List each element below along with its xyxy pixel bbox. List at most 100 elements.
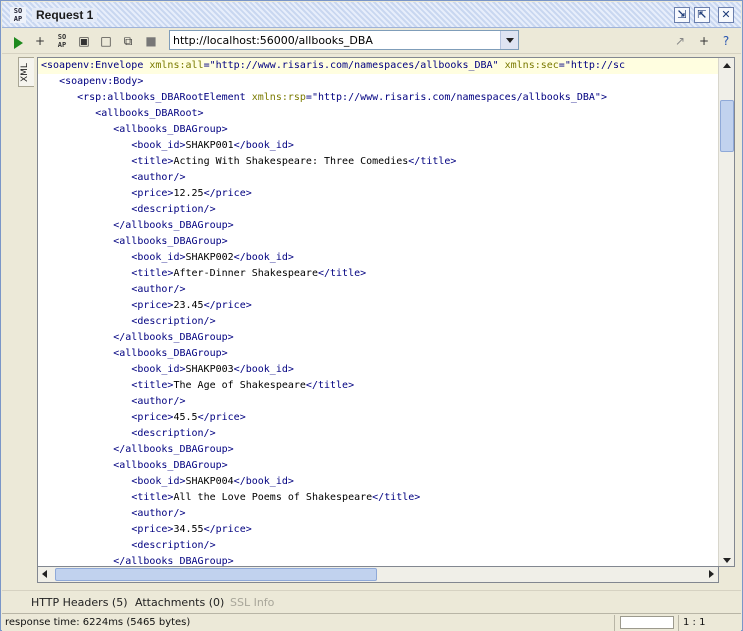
code-token: <book_id> (131, 252, 186, 263)
code-token: 12.25 (173, 188, 204, 199)
code-token: <book_id> (131, 140, 186, 151)
soap-icon[interactable]: SO AP (54, 33, 70, 49)
code-token: <price> (131, 300, 174, 311)
code-line: <description/> (38, 538, 718, 554)
code-token: <price> (131, 524, 174, 535)
create-empty-icon[interactable]: ▣ (76, 33, 92, 49)
vertical-scroll-thumb[interactable] (720, 100, 734, 152)
code-token: </price> (203, 188, 252, 199)
cursor-position: 1 : 1 (683, 617, 706, 628)
response-tabs: HTTP Headers (5) Attachments (0) SSL Inf… (2, 590, 741, 612)
code-token: </price> (197, 412, 246, 423)
scroll-right-icon[interactable] (709, 570, 714, 578)
tab-xml-label: XML (20, 63, 30, 82)
code-token: http://www.risaris.com/namespaces/allboo… (215, 60, 493, 71)
code-token: <description/> (131, 204, 216, 215)
code-line: <title>All the Love Poems of Shakespeare… (38, 490, 718, 506)
code-token: </book_id> (233, 476, 294, 487)
code-token: "> (594, 92, 607, 103)
scroll-down-icon[interactable] (723, 558, 731, 563)
code-token: <allbooks_DBAGroup> (113, 460, 228, 471)
code-line: <book_id>SHAKP003</book_id> (38, 362, 718, 378)
code-token: </allbooks_DBAGroup> (113, 220, 234, 231)
code-token: <author/> (131, 172, 186, 183)
xml-response-editor[interactable]: <soapenv:Envelope xmlns:all="http://www.… (37, 57, 735, 567)
horizontal-scrollbar[interactable] (37, 567, 719, 583)
code-token: </title> (317, 268, 367, 279)
code-line: <price>34.55</price> (38, 522, 718, 538)
code-line: </allbooks_DBAGroup> (38, 554, 718, 566)
code-area[interactable]: <soapenv:Envelope xmlns:all="http://www.… (38, 58, 718, 566)
code-line: <title>After-Dinner Shakespeare</title> (38, 266, 718, 282)
code-token: ="http://sc (558, 60, 626, 71)
status-separator (614, 615, 615, 631)
code-line: </allbooks_DBAGroup> (38, 330, 718, 346)
code-line: <soapenv:Body> (38, 74, 718, 90)
code-line: <allbooks_DBAGroup> (38, 346, 718, 362)
code-token: <soapenv:Body> (59, 76, 144, 87)
code-line: </allbooks_DBAGroup> (38, 218, 718, 234)
code-token: <description/> (131, 428, 216, 439)
window-title: Request 1 (32, 8, 98, 22)
code-line: <rsp:allbooks_DBARootElement xmlns:rsp="… (38, 90, 718, 106)
code-token: SHAKP002 (185, 252, 234, 263)
code-token: <allbooks_DBAGroup> (113, 124, 228, 135)
code-line: <description/> (38, 202, 718, 218)
minimize-panel-icon[interactable]: ⇲ (674, 7, 690, 23)
code-line: <author/> (38, 394, 718, 410)
code-token: </allbooks_DBAGroup> (113, 444, 234, 455)
code-token: <allbooks_DBAGroup> (113, 348, 228, 359)
code-token: </title> (372, 492, 421, 503)
add-icon[interactable]: + (696, 33, 712, 49)
code-token: http://www.risaris.com/namespaces/allboo… (317, 92, 595, 103)
run-icon[interactable] (14, 37, 23, 49)
code-token: The Age of Shakespeare (173, 380, 306, 391)
code-token: <title> (131, 156, 174, 167)
scroll-left-icon[interactable] (42, 570, 47, 578)
tab-attachments[interactable]: Attachments (0) (135, 596, 224, 609)
code-token: </title> (408, 156, 457, 167)
detach-panel-icon[interactable]: ⇱ (694, 7, 710, 23)
code-token: </price> (203, 300, 252, 311)
ws-a-icon[interactable]: ↗ (672, 33, 688, 49)
code-token: All the Love Poems of Shakespeare (173, 492, 373, 503)
vertical-scrollbar[interactable] (718, 58, 734, 566)
code-token: After-Dinner Shakespeare (173, 268, 318, 279)
code-token: xmlns:sec (504, 60, 559, 71)
add-assertion-icon[interactable]: + (32, 33, 48, 49)
code-token: <price> (131, 412, 174, 423)
stop-icon[interactable]: ■ (143, 33, 159, 49)
help-icon[interactable]: ? (718, 33, 734, 49)
code-line: <price>23.45</price> (38, 298, 718, 314)
code-line: <allbooks_DBAGroup> (38, 234, 718, 250)
code-line: <author/> (38, 282, 718, 298)
chevron-down-icon[interactable] (500, 31, 518, 49)
response-time-status: response time: 6224ms (5465 bytes) (5, 617, 191, 628)
code-token: <title> (131, 380, 174, 391)
code-token: SHAKP004 (185, 476, 234, 487)
code-line: <book_id>SHAKP001</book_id> (38, 138, 718, 154)
code-token: <author/> (131, 396, 186, 407)
tab-http-headers[interactable]: HTTP Headers (5) (31, 596, 128, 609)
status-separator (678, 615, 679, 631)
code-line: </allbooks_DBAGroup> (38, 442, 718, 458)
code-line: <description/> (38, 314, 718, 330)
close-icon[interactable]: ✕ (718, 7, 734, 23)
horizontal-scroll-thumb[interactable] (55, 568, 377, 581)
code-token: <rsp:allbooks_DBARootElement (77, 92, 252, 103)
split-icon[interactable]: ⧉ (120, 33, 136, 49)
code-token: 23.45 (173, 300, 204, 311)
code-token: =" (203, 60, 216, 71)
tab-xml[interactable]: XML (18, 57, 34, 87)
code-token: xmlns:rsp (251, 92, 306, 103)
code-token: <allbooks_DBAGroup> (113, 236, 228, 247)
tab-ssl-info[interactable]: SSL Info (230, 596, 274, 609)
code-line: <price>12.25</price> (38, 186, 718, 202)
clone-icon[interactable]: □ (98, 33, 114, 49)
scroll-up-icon[interactable] (723, 63, 731, 68)
code-token: 34.55 (173, 524, 204, 535)
soap-icon: SO AP (10, 7, 26, 23)
endpoint-url-select[interactable]: http://localhost:56000/allbooks_DBA (169, 30, 519, 50)
title-bar: SO AP Request 1 ⇲ ⇱ ✕ (2, 2, 741, 28)
code-token: =" (305, 92, 318, 103)
